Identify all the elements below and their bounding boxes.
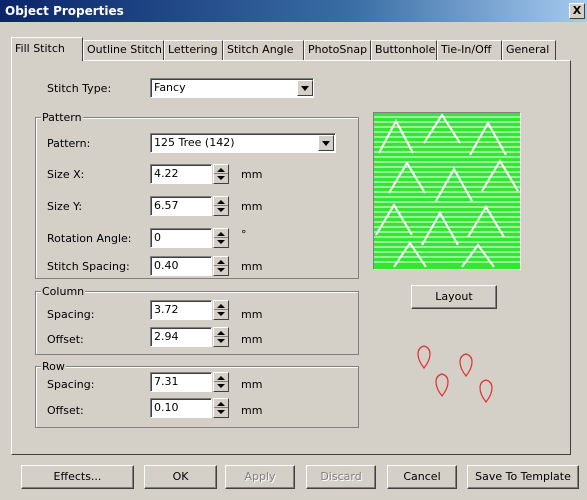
row-spacing-input[interactable]: 7.31 xyxy=(150,372,212,392)
layout-button[interactable]: Layout xyxy=(411,285,497,309)
column-offset-label: Offset: xyxy=(47,333,84,346)
marker-icons xyxy=(417,345,493,403)
column-spacing-input[interactable]: 3.72 xyxy=(150,300,212,320)
row-offset-spinner[interactable] xyxy=(213,398,229,418)
pattern-group-title: Pattern xyxy=(41,111,83,124)
title-bar: Object Properties X xyxy=(0,0,587,22)
tab-stitch-angle[interactable]: Stitch Angle xyxy=(223,40,304,60)
size-x-label: Size X: xyxy=(47,168,85,181)
save-to-template-button[interactable]: Save To Template xyxy=(467,465,579,489)
size-y-label: Size Y: xyxy=(47,200,83,213)
ok-button[interactable]: OK xyxy=(144,465,217,489)
column-offset-unit: mm xyxy=(241,333,263,346)
cancel-button[interactable]: Cancel xyxy=(387,465,457,489)
column-spacing-label: Spacing: xyxy=(47,308,95,321)
stitch-spacing-label: Stitch Spacing: xyxy=(47,260,130,273)
rotation-label: Rotation Angle: xyxy=(47,232,132,245)
column-spacing-spinner[interactable] xyxy=(213,300,229,320)
row-spacing-unit: mm xyxy=(241,378,263,391)
column-group-title: Column xyxy=(41,285,86,298)
pattern-dropdown-icon[interactable] xyxy=(318,135,334,151)
pattern-select[interactable]: 125 Tree (142) xyxy=(150,133,336,153)
row-group-title: Row xyxy=(41,360,66,373)
tab-photosnap[interactable]: PhotoSnap xyxy=(304,40,371,60)
stitch-type-dropdown-icon[interactable] xyxy=(297,80,313,96)
row-offset-unit: mm xyxy=(241,404,263,417)
tree-pattern-icon xyxy=(374,113,520,269)
size-x-unit: mm xyxy=(241,168,263,181)
tab-lettering[interactable]: Lettering xyxy=(164,40,223,60)
rotation-spinner[interactable] xyxy=(213,228,229,248)
effects-button[interactable]: Effects... xyxy=(21,465,134,489)
stitch-spacing-unit: mm xyxy=(241,260,263,273)
pattern-label: Pattern: xyxy=(47,137,91,150)
stitch-type-select[interactable]: Fancy xyxy=(150,78,314,98)
row-spacing-label: Spacing: xyxy=(47,378,95,391)
pattern-preview-image xyxy=(373,112,521,270)
row-offset-input[interactable]: 0.10 xyxy=(150,398,212,418)
row-offset-label: Offset: xyxy=(47,404,84,417)
stitch-spacing-spinner[interactable] xyxy=(213,256,229,276)
tab-tie-in-off[interactable]: Tie-In/Off xyxy=(437,40,502,60)
window-title: Object Properties xyxy=(5,4,124,18)
tab-buttonhole[interactable]: Buttonhole xyxy=(371,40,437,60)
discard-button[interactable]: Discard xyxy=(306,465,376,489)
size-x-spinner[interactable] xyxy=(213,164,229,184)
row-spacing-spinner[interactable] xyxy=(213,372,229,392)
tab-general[interactable]: General xyxy=(502,40,556,60)
column-offset-spinner[interactable] xyxy=(213,327,229,347)
size-y-unit: mm xyxy=(241,200,263,213)
stitch-type-label: Stitch Type: xyxy=(47,82,112,95)
tab-outline-stitch[interactable]: Outline Stitch xyxy=(83,40,164,60)
rotation-input[interactable]: 0 xyxy=(150,228,212,248)
size-x-input[interactable]: 4.22 xyxy=(150,164,212,184)
size-y-input[interactable]: 6.57 xyxy=(150,196,212,216)
column-offset-input[interactable]: 2.94 xyxy=(150,327,212,347)
column-spacing-unit: mm xyxy=(241,308,263,321)
apply-button[interactable]: Apply xyxy=(225,465,295,489)
tab-fill-stitch[interactable]: Fill Stitch xyxy=(11,37,83,61)
stitch-spacing-input[interactable]: 0.40 xyxy=(150,256,212,276)
rotation-unit: ° xyxy=(241,228,247,241)
close-icon[interactable]: X xyxy=(569,3,585,19)
size-y-spinner[interactable] xyxy=(213,196,229,216)
